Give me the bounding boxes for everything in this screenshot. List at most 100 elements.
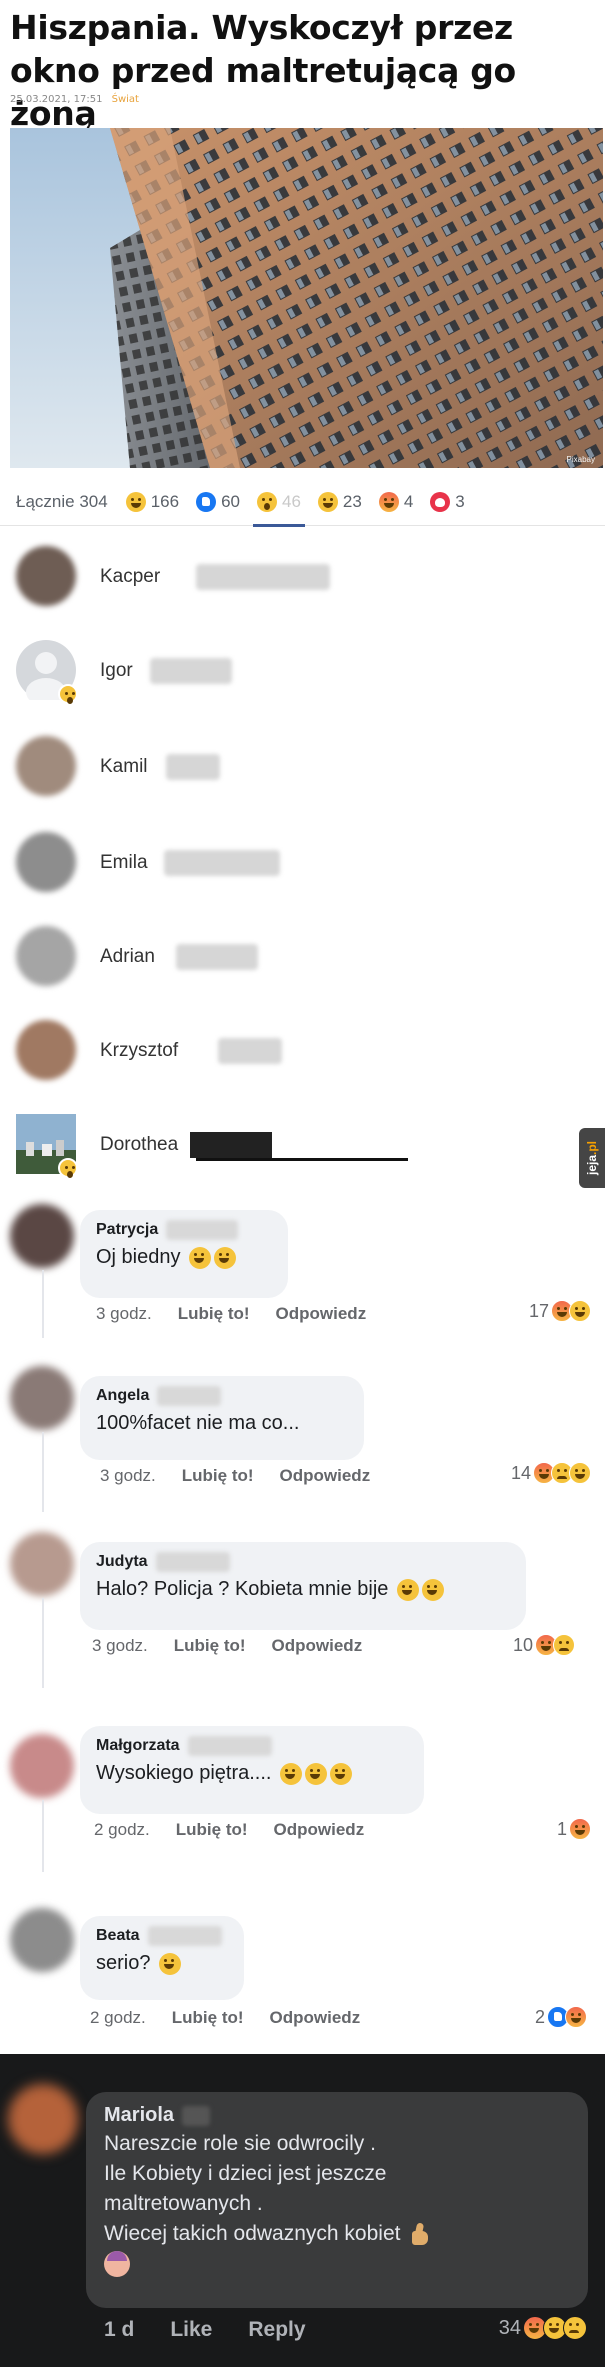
comment-author[interactable]: Judyta (96, 1553, 148, 1571)
reply-button[interactable]: Odpowiedz (272, 1636, 363, 1656)
reactor-name[interactable]: Kamil (100, 756, 148, 778)
reply-button[interactable]: Odpowiedz (270, 2008, 361, 2028)
care-icon (317, 491, 338, 512)
avatar[interactable] (16, 926, 76, 986)
tab-love[interactable]: 3 (430, 478, 465, 526)
redacted-surname (150, 658, 232, 684)
reaction-count: 1 (556, 1818, 567, 1839)
comment-bubble: Mariola Nareszcie role sie odwrocily . I… (86, 2092, 588, 2308)
wow-icon (256, 491, 277, 512)
article-meta: 25.03.2021, 17:51 Świat (10, 94, 139, 105)
wow-badge-icon (58, 1158, 78, 1178)
like-button[interactable]: Lubię to! (176, 1820, 248, 1840)
comment-text: serio? (96, 1952, 151, 1974)
article-date: 25.03.2021, 17:51 (10, 94, 103, 105)
reply-button[interactable]: Odpowiedz (276, 1304, 367, 1324)
tab-like[interactable]: 60 (196, 478, 240, 526)
comment-bubble: Patrycja Oj biedny (80, 1210, 288, 1298)
comment-author[interactable]: Małgorzata (96, 1737, 180, 1755)
comment-line: Wiecej takich odwaznych kobiet (104, 2222, 401, 2245)
love-icon (430, 491, 451, 512)
tab-haha-count: 166 (150, 491, 180, 511)
comment-author[interactable]: Mariola (104, 2104, 174, 2127)
redacted-surname (218, 1038, 282, 1064)
comment-reactions[interactable]: 10 (513, 1634, 575, 1656)
comment-reactions[interactable]: 2 (535, 2006, 587, 2028)
comment-author[interactable]: Angela (96, 1387, 149, 1405)
reactor-row[interactable]: Kacper (0, 530, 605, 624)
avatar[interactable] (16, 546, 76, 606)
laughing-emoji-icon (189, 1246, 212, 1269)
comment-time: 3 godz. (96, 1304, 152, 1323)
wow-badge-icon (58, 684, 78, 704)
reaction-count: 14 (510, 1462, 531, 1483)
reactor-name[interactable]: Dorothea (100, 1134, 178, 1156)
reply-button[interactable]: Reply (248, 2318, 305, 2342)
reactor-name[interactable]: Krzysztof (100, 1040, 178, 1062)
haha-icon (125, 491, 146, 512)
like-button[interactable]: Lubię to! (182, 1466, 254, 1486)
avatar[interactable] (10, 1908, 74, 1972)
reaction-count: 2 (534, 2006, 545, 2027)
redacted-surname (166, 1220, 239, 1240)
avatar[interactable] (16, 1020, 76, 1080)
reactor-name[interactable]: Kacper (100, 566, 160, 588)
tab-like-count: 60 (221, 491, 240, 511)
comment-actions: 3 godz. Lubię to! Odpowiedz (92, 1636, 388, 1656)
avatar[interactable] (8, 2084, 78, 2154)
comment-reactions[interactable]: 14 (511, 1462, 591, 1484)
reaction-count: 10 (512, 1634, 533, 1655)
thread-line (42, 1270, 44, 1338)
comment-author[interactable]: Patrycja (96, 1221, 158, 1239)
redacted-surname (190, 1132, 272, 1158)
avatar[interactable] (16, 736, 76, 796)
comment: Angela 100%facet nie ma co... 3 godz. Lu… (0, 1362, 605, 1522)
reactor-row[interactable]: Adrian (0, 910, 605, 1004)
reply-button[interactable]: Odpowiedz (280, 1466, 371, 1486)
avatar[interactable] (10, 1734, 74, 1798)
angry-icon (569, 1818, 591, 1840)
comment-time: 2 godz. (94, 1820, 150, 1839)
reactions-tabbar: Łącznie 304 166 60 46 23 4 3 (0, 478, 605, 527)
reactor-name[interactable]: Igor (100, 660, 133, 682)
reaction-count: 34 (498, 2316, 521, 2339)
reactor-row[interactable]: Kamil (0, 720, 605, 814)
comment-line: Ile Kobiety i dzieci jest jeszcze (104, 2162, 387, 2185)
like-button[interactable]: Like (170, 2318, 212, 2342)
reply-button[interactable]: Odpowiedz (274, 1820, 365, 1840)
tab-wow[interactable]: 46 (252, 478, 305, 527)
reactor-row[interactable]: Krzysztof (0, 1004, 605, 1098)
reactor-name[interactable]: Adrian (100, 946, 155, 968)
reactor-name[interactable]: Emila (100, 852, 148, 874)
comment-actions: 3 godz. Lubię to! Odpowiedz (100, 1466, 396, 1486)
site-side-tab[interactable]: jeja.pl (579, 1128, 605, 1188)
thread-line (42, 1800, 44, 1872)
like-button[interactable]: Lubię to! (174, 1636, 246, 1656)
avatar[interactable] (10, 1204, 74, 1268)
comment-reactions[interactable]: 1 (557, 1818, 591, 1840)
tab-haha[interactable]: 166 (125, 478, 180, 526)
comment-reactions[interactable]: 17 (529, 1300, 591, 1322)
angry-icon (565, 2006, 587, 2028)
reactor-row[interactable]: Emila (0, 816, 605, 910)
comment-line: Nareszcie role sie odwrocily . (104, 2132, 376, 2155)
comment-author[interactable]: Beata (96, 1927, 140, 1945)
facepalm-emoji-icon (104, 2251, 130, 2278)
reactor-row[interactable]: Igor (0, 624, 605, 718)
tab-care[interactable]: 23 (317, 478, 362, 526)
redacted-surname (166, 754, 220, 780)
like-button[interactable]: Lubię to! (178, 1304, 250, 1324)
like-button[interactable]: Lubię to! (172, 2008, 244, 2028)
article-category-link[interactable]: Świat (112, 94, 139, 105)
haha-icon (569, 1300, 591, 1322)
redacted-surname (176, 944, 258, 970)
comment-reactions[interactable]: 34 (499, 2316, 587, 2340)
tongue-emoji-icon (159, 1952, 182, 1975)
reactor-row[interactable]: Dorothea (0, 1098, 605, 1192)
avatar[interactable] (10, 1532, 74, 1596)
comment-time: 3 godz. (100, 1466, 156, 1485)
avatar[interactable] (16, 832, 76, 892)
avatar[interactable] (10, 1366, 74, 1430)
tab-all-reactions[interactable]: Łącznie 304 (16, 492, 108, 512)
tab-angry[interactable]: 4 (378, 478, 413, 526)
